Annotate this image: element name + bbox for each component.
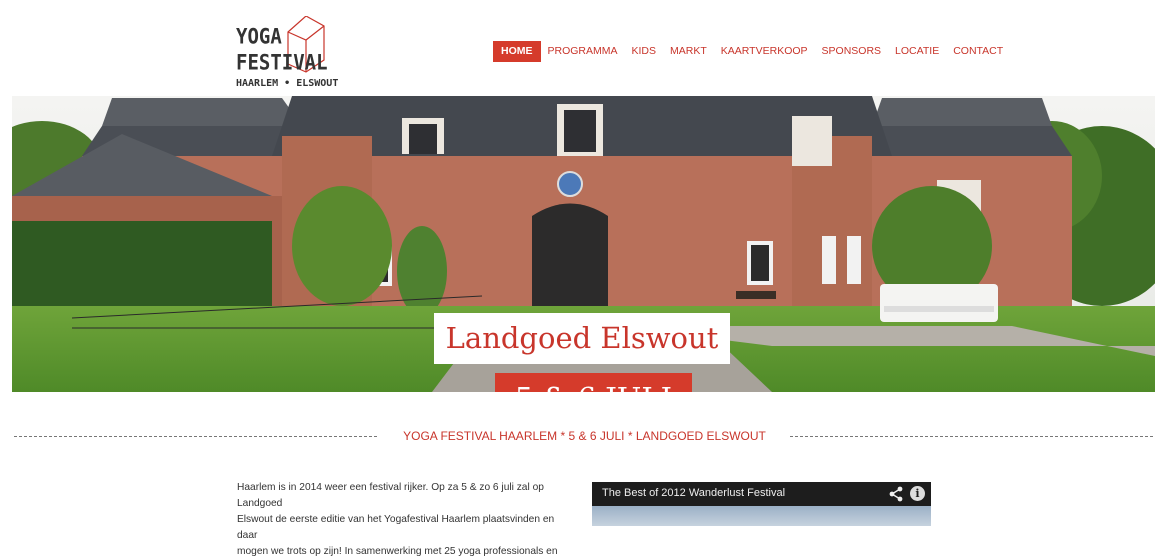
nav-item-markt[interactable]: MARKT [663,41,714,62]
intro-line: Haarlem is in 2014 weer een festival rij… [237,482,544,509]
video-title[interactable]: The Best of 2012 Wanderlust Festival [602,487,785,499]
hero-title: Landgoed Elswout [434,313,730,364]
main-nav: HOME PROGRAMMA KIDS MARKT KAARTVERKOOP S… [493,41,1010,62]
intro-line: Elswout de eerste editie van het Yogafes… [237,514,555,541]
logo-line-yoga: YOGA [236,24,282,50]
nav-item-contact[interactable]: CONTACT [946,41,1010,62]
tagline-divider-right [790,436,1153,437]
logo[interactable]: YOGA FESTIVAL HAARLEM • ELSWOUT [236,16,338,92]
hero-date: 5 & 6 JULI [495,373,692,392]
hero-banner: Landgoed Elswout 5 & 6 JULI [12,96,1155,392]
share-icon[interactable] [888,486,904,502]
intro-text: Haarlem is in 2014 weer een festival rij… [237,480,572,560]
nav-item-kids[interactable]: KIDS [625,41,664,62]
nav-item-home[interactable]: HOME [493,41,541,62]
nav-item-sponsors[interactable]: SPONSORS [815,41,889,62]
tagline: YOGA FESTIVAL HAARLEM * 5 & 6 JULI * LAN… [403,429,766,443]
video-embed[interactable]: The Best of 2012 Wanderlust Festival i [592,482,931,526]
logo-line-festival: FESTIVAL [236,50,328,76]
nav-item-kaartverkoop[interactable]: KAARTVERKOOP [714,41,815,62]
logo-line-location: HAARLEM • ELSWOUT [236,78,339,89]
video-thumbnail[interactable] [592,506,931,526]
nav-item-programma[interactable]: PROGRAMMA [541,41,625,62]
tagline-divider-left [14,436,377,437]
info-icon[interactable]: i [910,486,925,501]
nav-item-locatie[interactable]: LOCATIE [888,41,946,62]
intro-line: mogen we trots op zijn! In samenwerking … [237,546,558,557]
